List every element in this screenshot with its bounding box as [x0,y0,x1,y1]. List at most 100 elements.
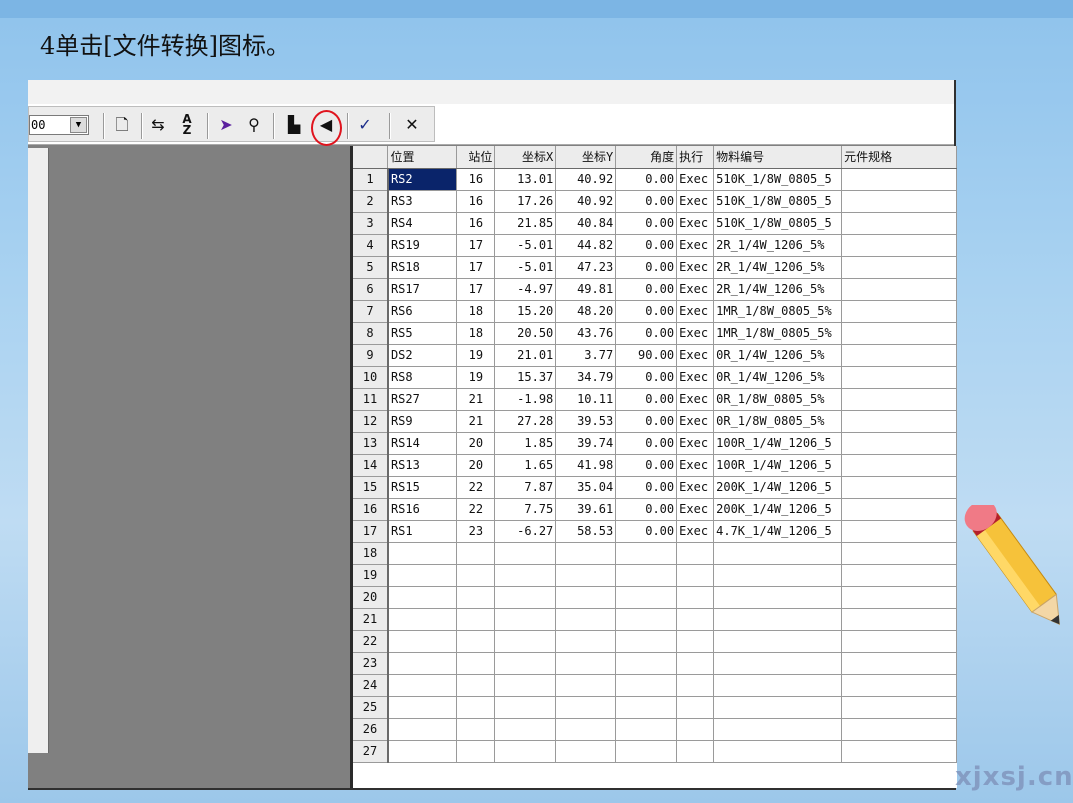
grid-cell[interactable]: 16 [456,212,496,235]
grid-cell[interactable]: 0.00 [615,498,678,521]
row-number[interactable]: 17 [353,520,389,543]
grid-cell[interactable]: Exec [676,476,715,499]
column-header[interactable]: 位置 [387,146,458,169]
row-number[interactable]: 23 [353,652,389,675]
grid-cell[interactable]: 3.77 [555,344,617,367]
row-number[interactable]: 2 [353,190,389,213]
grid-cell[interactable] [841,520,957,543]
grid-cell[interactable] [713,564,843,587]
row-number[interactable]: 13 [353,432,389,455]
table-row[interactable]: 15 RS15 22 7.87 35.04 0.00 Exec 200K_1/4W_1206_… [353,476,957,499]
grid-cell[interactable]: 21.85 [494,212,557,235]
grid-cell[interactable]: 0R_1/4W_1206_5% [713,344,843,367]
grid-cell[interactable] [713,608,843,631]
grid-cell[interactable] [841,344,957,367]
grid-cell[interactable]: 1.65 [494,454,557,477]
spellcheck-icon[interactable]: ✓ [354,114,376,136]
grid-cell[interactable]: 17.26 [494,190,557,213]
grid-cell[interactable] [555,564,617,587]
table-row[interactable]: 11 RS27 21 -1.98 10.11 0.00 Exec 0R_1/8W_0805_5… [353,388,957,411]
grid-cell[interactable] [494,586,557,609]
grid-cell[interactable]: -5.01 [494,256,557,279]
grid-cell[interactable]: 0.00 [615,278,678,301]
grid-cell[interactable] [676,718,715,741]
grid-cell[interactable]: Exec [676,256,715,279]
grid-cell[interactable]: 0R_1/4W_1206_5% [713,366,843,389]
row-number[interactable]: 20 [353,586,389,609]
row-number[interactable]: 3 [353,212,389,235]
chevron-down-icon[interactable]: ▼ [70,117,87,133]
save-icon[interactable]: ▙ [283,114,305,136]
grid-cell[interactable]: RS2 [387,168,458,191]
grid-cell[interactable]: 510K_1/8W_0805_5 [713,190,843,213]
grid-cell[interactable]: Exec [676,190,715,213]
table-row[interactable]: 20 [353,586,957,609]
grid-cell[interactable]: RS16 [387,498,458,521]
row-number[interactable]: 22 [353,630,389,653]
row-number[interactable]: 15 [353,476,389,499]
grid-cell[interactable] [676,586,715,609]
grid-cell[interactable]: RS3 [387,190,458,213]
grid-cell[interactable]: Exec [676,498,715,521]
grid-cell[interactable]: 35.04 [555,476,617,499]
grid-cell[interactable] [615,564,678,587]
grid-cell[interactable] [387,586,458,609]
grid-cell[interactable]: 0.00 [615,454,678,477]
column-header[interactable]: 坐标Y [555,146,617,169]
table-row[interactable]: 25 [353,696,957,719]
row-number[interactable]: 10 [353,366,389,389]
grid-cell[interactable]: 34.79 [555,366,617,389]
grid-cell[interactable]: 200K_1/4W_1206_5 [713,476,843,499]
row-number[interactable]: 27 [353,740,389,763]
grid-cell[interactable]: 20 [456,454,496,477]
grid-cell[interactable]: 0.00 [615,212,678,235]
row-number[interactable]: 9 [353,344,389,367]
grid-cell[interactable] [676,564,715,587]
column-header[interactable]: 站位 [456,146,496,169]
table-row[interactable]: 12 RS9 21 27.28 39.53 0.00 Exec 0R_1/8W_0805_5% [353,410,957,433]
grid-cell[interactable] [555,630,617,653]
grid-cell[interactable]: 90.00 [615,344,678,367]
grid-cell[interactable]: 100R_1/4W_1206_5 [713,432,843,455]
grid-cell[interactable] [555,696,617,719]
grid-cell[interactable] [615,586,678,609]
grid-cell[interactable] [555,718,617,741]
grid-cell[interactable]: 18 [456,300,496,323]
grid-cell[interactable] [841,454,957,477]
row-number[interactable]: 12 [353,410,389,433]
grid-cell[interactable] [494,696,557,719]
grid-cell[interactable] [456,564,496,587]
grid-cell[interactable]: Exec [676,388,715,411]
grid-cell[interactable] [494,630,557,653]
table-row[interactable]: 6 RS17 17 -4.97 49.81 0.00 Exec 2R_1/4W_1206_5% [353,278,957,301]
grid-cell[interactable]: 0.00 [615,190,678,213]
grid-cell[interactable] [555,740,617,763]
grid-cell[interactable]: 16 [456,190,496,213]
table-row[interactable]: 14 RS13 20 1.65 41.98 0.00 Exec 100R_1/4W_1206_… [353,454,957,477]
grid-cell[interactable]: 0R_1/8W_0805_5% [713,410,843,433]
grid-cell[interactable]: 15.20 [494,300,557,323]
grid-cell[interactable] [841,388,957,411]
row-number[interactable]: 26 [353,718,389,741]
grid-cell[interactable] [456,608,496,631]
row-number[interactable]: 24 [353,674,389,697]
zoom-select[interactable]: 00 ▼ [29,115,89,135]
grid-cell[interactable]: 0.00 [615,234,678,257]
grid-cell[interactable] [456,696,496,719]
grid-cell[interactable]: Exec [676,278,715,301]
grid-cell[interactable] [841,674,957,697]
grid-cell[interactable] [555,674,617,697]
grid-cell[interactable]: -5.01 [494,234,557,257]
grid-cell[interactable]: -4.97 [494,278,557,301]
row-number[interactable]: 18 [353,542,389,565]
grid-cell[interactable]: 58.53 [555,520,617,543]
grid-cell[interactable] [841,630,957,653]
column-header[interactable]: 元件规格 [841,146,957,169]
grid-cell[interactable] [615,652,678,675]
grid-cell[interactable]: 2R_1/4W_1206_5% [713,256,843,279]
grid-cell[interactable] [713,674,843,697]
table-row[interactable]: 27 [353,740,957,763]
grid-cell[interactable] [841,432,957,455]
grid-cell[interactable]: Exec [676,234,715,257]
grid-cell[interactable] [713,740,843,763]
